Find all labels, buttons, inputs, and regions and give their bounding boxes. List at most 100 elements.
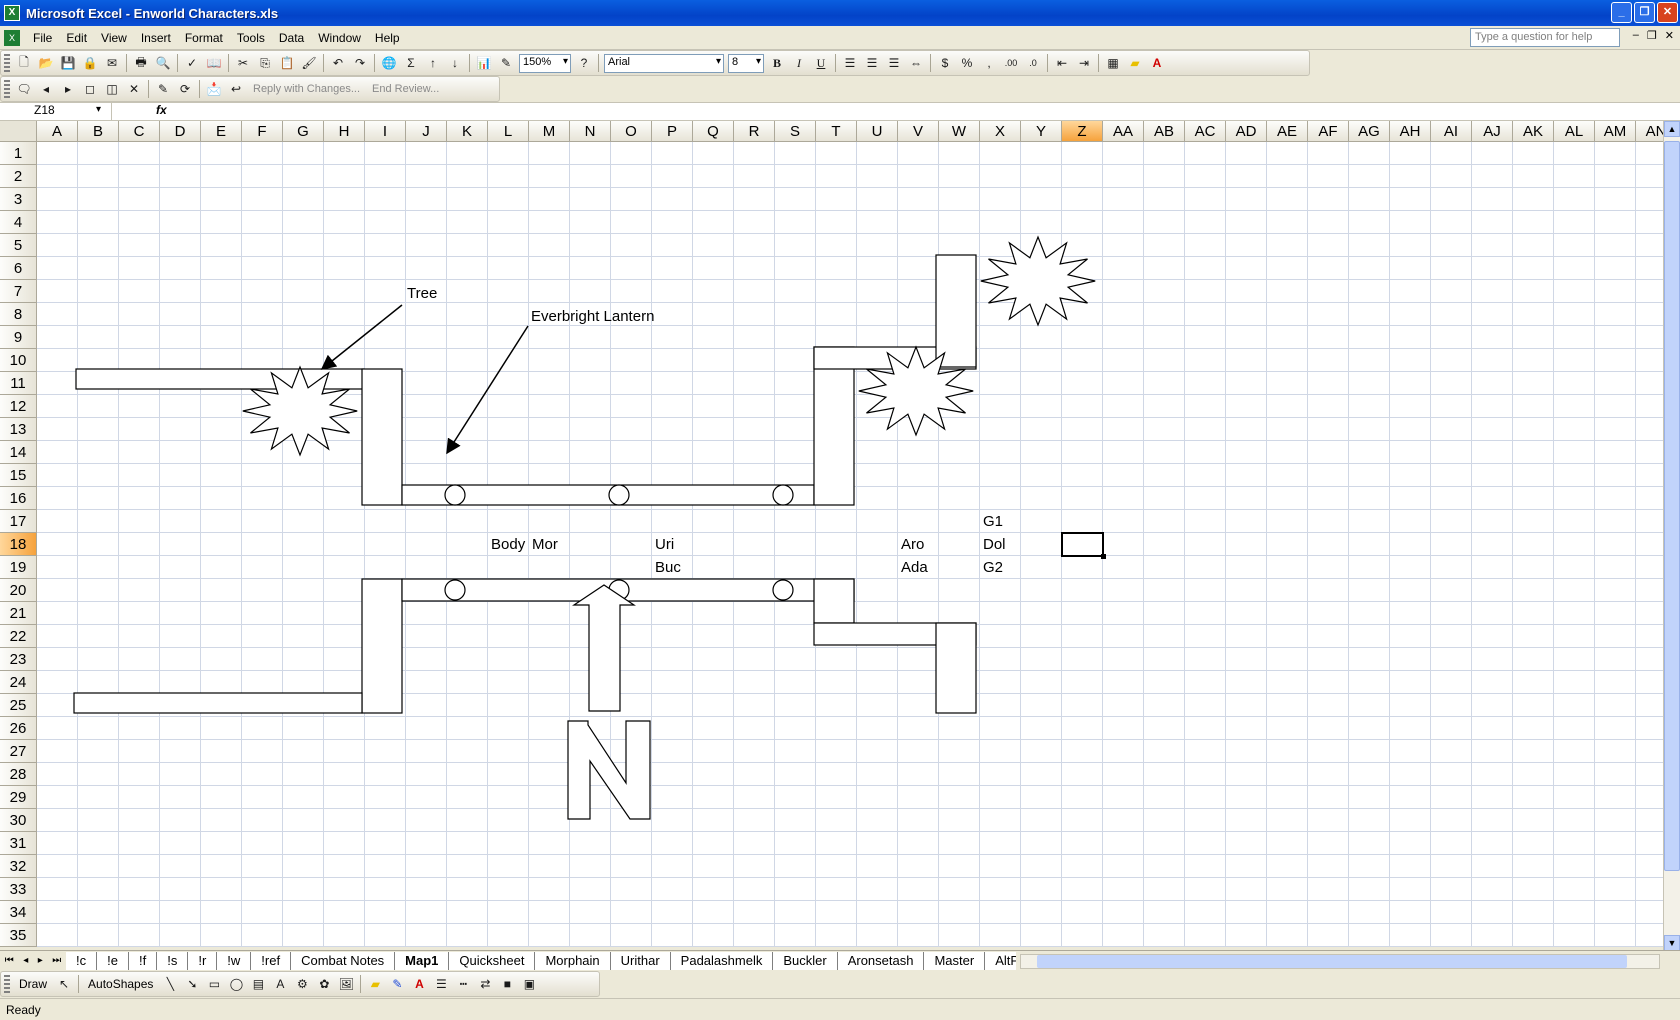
show-comment-icon[interactable]: ◻ [79,78,101,100]
3d-style-icon[interactable]: ▣ [518,973,540,995]
redo-icon[interactable]: ↷ [349,52,371,74]
fill-color-icon[interactable]: ▰ [1124,52,1146,74]
zoom-select[interactable]: 150% [519,53,571,73]
wall-right-top-vertical[interactable] [935,254,977,368]
scroll-up-icon[interactable]: ▲ [1664,121,1680,137]
end-review-button[interactable]: End Review... [366,83,445,95]
doc-minimize-icon[interactable]: – [1633,29,1639,42]
cut-icon[interactable]: ✂ [232,52,254,74]
doc-restore-icon[interactable]: ❐ [1647,29,1657,42]
email-icon[interactable]: ✉ [101,52,123,74]
picture-icon[interactable]: 🖼 [335,973,357,995]
first-sheet-icon[interactable]: ⏮ [5,955,14,966]
sheet-tab[interactable]: !r [188,951,218,970]
help-icon[interactable]: ? [573,52,595,74]
menu-format[interactable]: Format [178,31,230,45]
decrease-decimal-button[interactable]: .0 [1022,52,1044,74]
lantern-label[interactable]: Everbright Lantern [531,308,654,325]
borders-icon[interactable]: ▦ [1102,52,1124,74]
paste-icon[interactable]: 📋 [276,52,298,74]
underline-button[interactable]: U [810,52,832,74]
lantern-circle[interactable] [772,579,794,601]
close-button[interactable]: ✕ [1657,2,1678,23]
sheet-tab[interactable]: Urithar [610,951,671,970]
formula-input[interactable] [172,103,1680,120]
previous-comment-icon[interactable]: ◂ [35,78,57,100]
font-name-select[interactable]: Arial [604,53,724,73]
line-style-icon[interactable]: ☰ [430,973,452,995]
percent-button[interactable]: % [956,52,978,74]
lantern-circle[interactable] [608,484,630,506]
tree-burst-top-right[interactable] [980,235,1096,327]
sheet-tab[interactable]: Aronsetash [837,951,925,970]
currency-icon[interactable]: $ [934,52,956,74]
menu-insert[interactable]: Insert [134,31,178,45]
wall-right-bottom-vertical[interactable] [935,622,977,714]
comma-button[interactable]: , [978,52,1000,74]
menu-file[interactable]: File [26,31,59,45]
sheet-tab[interactable]: Padalashmelk [670,951,774,970]
north-letter-shape[interactable] [567,720,651,820]
scroll-down-icon[interactable]: ▼ [1664,935,1680,951]
drawing-icon[interactable]: ✎ [495,52,517,74]
dash-style-icon[interactable]: ┅ [452,973,474,995]
new-comment-icon[interactable]: 🗨 [13,78,35,100]
wall-left-lower-vertical[interactable] [361,578,403,714]
permission-icon[interactable]: 🔒 [79,52,101,74]
fx-icon[interactable]: fx [112,103,172,120]
vertical-scrollbar[interactable]: ▲ ▼ [1663,121,1680,951]
chart-wizard-icon[interactable]: 📊 [473,52,495,74]
merge-center-icon[interactable]: ⇔ [905,52,927,74]
delete-comment-icon[interactable]: ✕ [123,78,145,100]
help-search-input[interactable]: Type a question for help [1470,28,1620,47]
oval-icon[interactable]: ◯ [225,973,247,995]
sheet-tab[interactable]: !e [97,951,129,970]
sheet-tab[interactable]: !w [217,951,252,970]
select-objects-icon[interactable]: ↖ [53,973,75,995]
save-icon[interactable]: 💾 [57,52,79,74]
draw-font-color-icon[interactable]: A [408,973,430,995]
print-icon[interactable]: 🖶 [130,52,152,74]
last-sheet-icon[interactable]: ⏭ [52,955,61,966]
new-icon[interactable]: 🗋 [13,52,35,74]
sheet-tab[interactable]: !c [66,951,98,970]
reply-icon[interactable]: ↩ [225,78,247,100]
tree-label[interactable]: Tree [407,285,437,302]
draw-menu-button[interactable]: Draw [13,977,53,991]
wall-right-lower-vertical[interactable] [813,578,855,624]
toolbar-grip[interactable] [4,80,10,98]
spelling-icon[interactable]: ✓ [181,52,203,74]
menu-window[interactable]: Window [311,31,368,45]
sheet-tab[interactable]: AltPrint [985,951,1016,970]
bold-button[interactable]: B [766,52,788,74]
lantern-circle[interactable] [444,579,466,601]
lantern-circle[interactable] [772,484,794,506]
autoshapes-menu-button[interactable]: AutoShapes [82,977,159,991]
decrease-indent-icon[interactable]: ⇤ [1051,52,1073,74]
prev-sheet-icon[interactable]: ◂ [23,955,28,966]
document-icon[interactable]: X [4,29,20,46]
lantern-pointer-arrow[interactable] [446,325,529,455]
menu-tools[interactable]: Tools [230,31,272,45]
sheet-tab[interactable]: Map1 [395,951,450,970]
diagram-icon[interactable]: ⚙ [291,973,313,995]
align-right-icon[interactable]: ☰ [883,52,905,74]
font-color-icon[interactable]: A [1146,52,1168,74]
menu-view[interactable]: View [94,31,134,45]
sheet-tab[interactable]: Buckler [773,951,838,970]
horizontal-scrollbar[interactable] [1020,954,1660,969]
minimize-button[interactable]: _ [1611,2,1632,23]
name-box[interactable]: Z18 [0,103,112,120]
wall-left-upper-vertical[interactable] [361,368,403,506]
lantern-circle[interactable] [444,484,466,506]
clipart-icon[interactable]: ✿ [313,973,335,995]
font-size-select[interactable]: 8 [728,53,764,73]
sheet-tab[interactable]: !s [157,951,189,970]
wordart-icon[interactable]: A [269,973,291,995]
align-center-icon[interactable]: ☰ [861,52,883,74]
copy-icon[interactable]: ⎘ [254,52,276,74]
autosum-icon[interactable]: Σ [400,52,422,74]
restore-button[interactable]: ❐ [1634,2,1655,23]
textbox-icon[interactable]: ▤ [247,973,269,995]
north-arrow[interactable] [572,584,636,712]
